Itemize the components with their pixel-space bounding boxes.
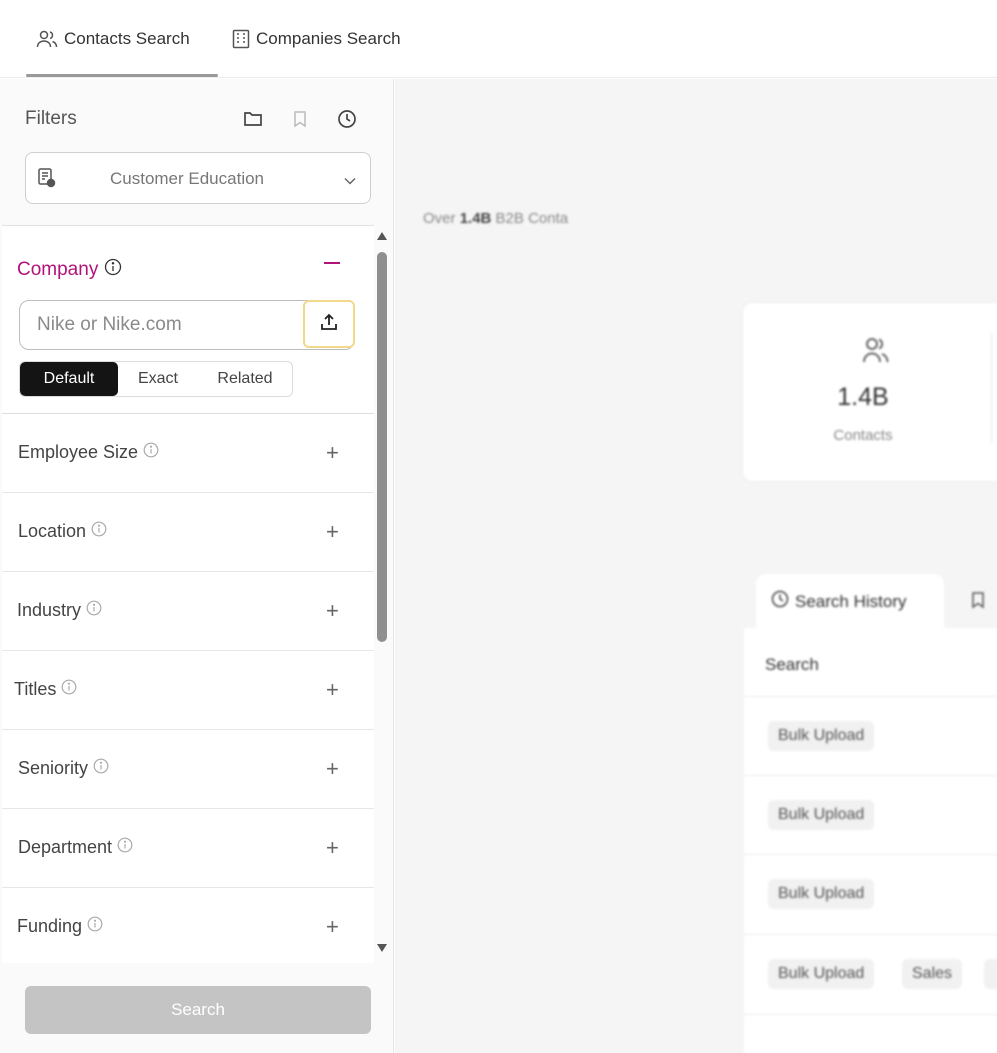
table-row[interactable]: Bulk Upload bbox=[744, 696, 997, 775]
table-row[interactable]: Bulk Upload bbox=[744, 775, 997, 854]
filter-funding[interactable]: Funding + bbox=[2, 888, 374, 963]
filter-label: Location bbox=[18, 521, 87, 541]
tab-label: Companies Search bbox=[256, 29, 401, 48]
info-icon bbox=[87, 916, 103, 937]
tab-search-history[interactable]: Search History bbox=[756, 574, 944, 629]
search-history-table: Search Bulk Upload Bulk Upload Bulk Uplo… bbox=[744, 628, 997, 1053]
info-icon bbox=[117, 837, 133, 858]
filters-title: Filters bbox=[25, 108, 77, 129]
bookmark-icon[interactable] bbox=[289, 108, 311, 130]
info-icon bbox=[91, 521, 107, 542]
chevron-down-icon bbox=[344, 172, 356, 190]
column-header-search: Search bbox=[765, 655, 819, 674]
tab-companies-search[interactable]: Companies Search bbox=[232, 26, 401, 52]
info-icon bbox=[93, 758, 109, 779]
search-chip[interactable]: Bulk Upload bbox=[768, 721, 875, 751]
collapse-icon[interactable] bbox=[324, 262, 340, 264]
match-mode-default[interactable]: Default bbox=[20, 362, 118, 396]
info-icon bbox=[61, 679, 77, 700]
upload-button[interactable] bbox=[303, 300, 355, 348]
bookmark-icon bbox=[971, 592, 985, 613]
tab-label: Contacts Search bbox=[64, 29, 190, 48]
contacts-count: 1.4B bbox=[837, 383, 889, 411]
filter-list: Company Default Exact Related Employee S… bbox=[2, 225, 374, 963]
active-tab-indicator bbox=[26, 74, 218, 77]
search-chip[interactable]: Bulk Upload bbox=[768, 959, 875, 989]
info-icon bbox=[143, 442, 159, 463]
filter-industry[interactable]: Industry + bbox=[2, 572, 374, 651]
expand-plus-icon[interactable]: + bbox=[326, 521, 339, 543]
search-chip-overflow[interactable] bbox=[984, 959, 997, 989]
table-row[interactable]: Bulk Upload bbox=[744, 854, 997, 933]
stats-card: 1.4B Contacts bbox=[742, 302, 997, 482]
tab-saved-searches[interactable] bbox=[971, 591, 985, 614]
tab-contacts-search[interactable]: Contacts Search bbox=[36, 26, 190, 52]
top-tab-bar: Contacts Search Companies Search bbox=[0, 0, 997, 78]
stats-divider bbox=[991, 333, 992, 443]
preset-dropdown[interactable]: Customer Education bbox=[25, 152, 371, 204]
filter-label: Department bbox=[18, 837, 113, 857]
tagline-prefix: Over bbox=[423, 210, 456, 227]
match-mode-toggle: Default Exact Related bbox=[19, 361, 293, 397]
search-chip[interactable]: Bulk Upload bbox=[768, 879, 875, 909]
filter-label: Industry bbox=[17, 600, 82, 620]
company-filter-header[interactable]: Company bbox=[17, 258, 122, 282]
folder-icon[interactable] bbox=[242, 108, 264, 130]
filter-label: Funding bbox=[17, 916, 83, 936]
filter-department[interactable]: Department + bbox=[2, 809, 374, 888]
tab-label: Search History bbox=[795, 591, 907, 611]
filter-employee-size[interactable]: Employee Size + bbox=[2, 414, 374, 493]
expand-plus-icon[interactable]: + bbox=[326, 758, 339, 780]
contacts-icon bbox=[862, 335, 890, 370]
scroll-down-arrow-icon[interactable] bbox=[377, 944, 387, 952]
contacts-icon bbox=[36, 29, 58, 49]
contacts-count-label: Contacts bbox=[833, 427, 893, 444]
tagline: Over 1.4B B2B Conta bbox=[423, 210, 568, 227]
table-row[interactable]: Bulk Upload Sales bbox=[744, 934, 997, 1013]
filter-seniority[interactable]: Seniority + bbox=[2, 730, 374, 809]
filter-scrollbar[interactable] bbox=[374, 230, 390, 958]
filter-label: Titles bbox=[14, 679, 57, 699]
expand-plus-icon[interactable]: + bbox=[326, 679, 339, 701]
company-filter-label: Company bbox=[17, 259, 99, 280]
filter-label: Employee Size bbox=[18, 442, 139, 462]
scroll-up-arrow-icon[interactable] bbox=[377, 232, 387, 240]
scrollbar-thumb[interactable] bbox=[377, 252, 387, 642]
match-mode-related[interactable]: Related bbox=[198, 362, 292, 396]
table-row[interactable] bbox=[744, 1014, 997, 1053]
tagline-value: 1.4B bbox=[459, 210, 492, 227]
expand-plus-icon[interactable]: + bbox=[326, 442, 339, 464]
info-icon bbox=[104, 258, 122, 282]
match-mode-exact[interactable]: Exact bbox=[118, 362, 198, 396]
info-icon bbox=[86, 600, 102, 621]
preset-selected-value: Customer Education bbox=[109, 169, 265, 188]
tagline-suffix: B2B Conta bbox=[495, 210, 569, 227]
clock-icon bbox=[771, 590, 789, 613]
expand-plus-icon[interactable]: + bbox=[326, 837, 339, 859]
filter-titles[interactable]: Titles + bbox=[2, 651, 374, 730]
building-icon bbox=[232, 29, 250, 49]
company-filter-section: Company Default Exact Related bbox=[2, 226, 374, 414]
expand-plus-icon[interactable]: + bbox=[326, 600, 339, 622]
history-icon[interactable] bbox=[336, 108, 358, 130]
main-content-blurred: Over 1.4B B2B Conta 1.4B Contacts Search… bbox=[395, 79, 997, 1053]
upload-icon bbox=[319, 312, 339, 337]
search-button[interactable]: Search bbox=[25, 986, 371, 1034]
expand-plus-icon[interactable]: + bbox=[326, 916, 339, 938]
search-chip[interactable]: Sales bbox=[902, 959, 963, 989]
search-chip[interactable]: Bulk Upload bbox=[768, 800, 875, 830]
main-content: Over 1.4B B2B Conta 1.4B Contacts Search… bbox=[395, 79, 997, 1053]
filter-location[interactable]: Location + bbox=[2, 493, 374, 572]
filter-label: Seniority bbox=[18, 758, 89, 778]
